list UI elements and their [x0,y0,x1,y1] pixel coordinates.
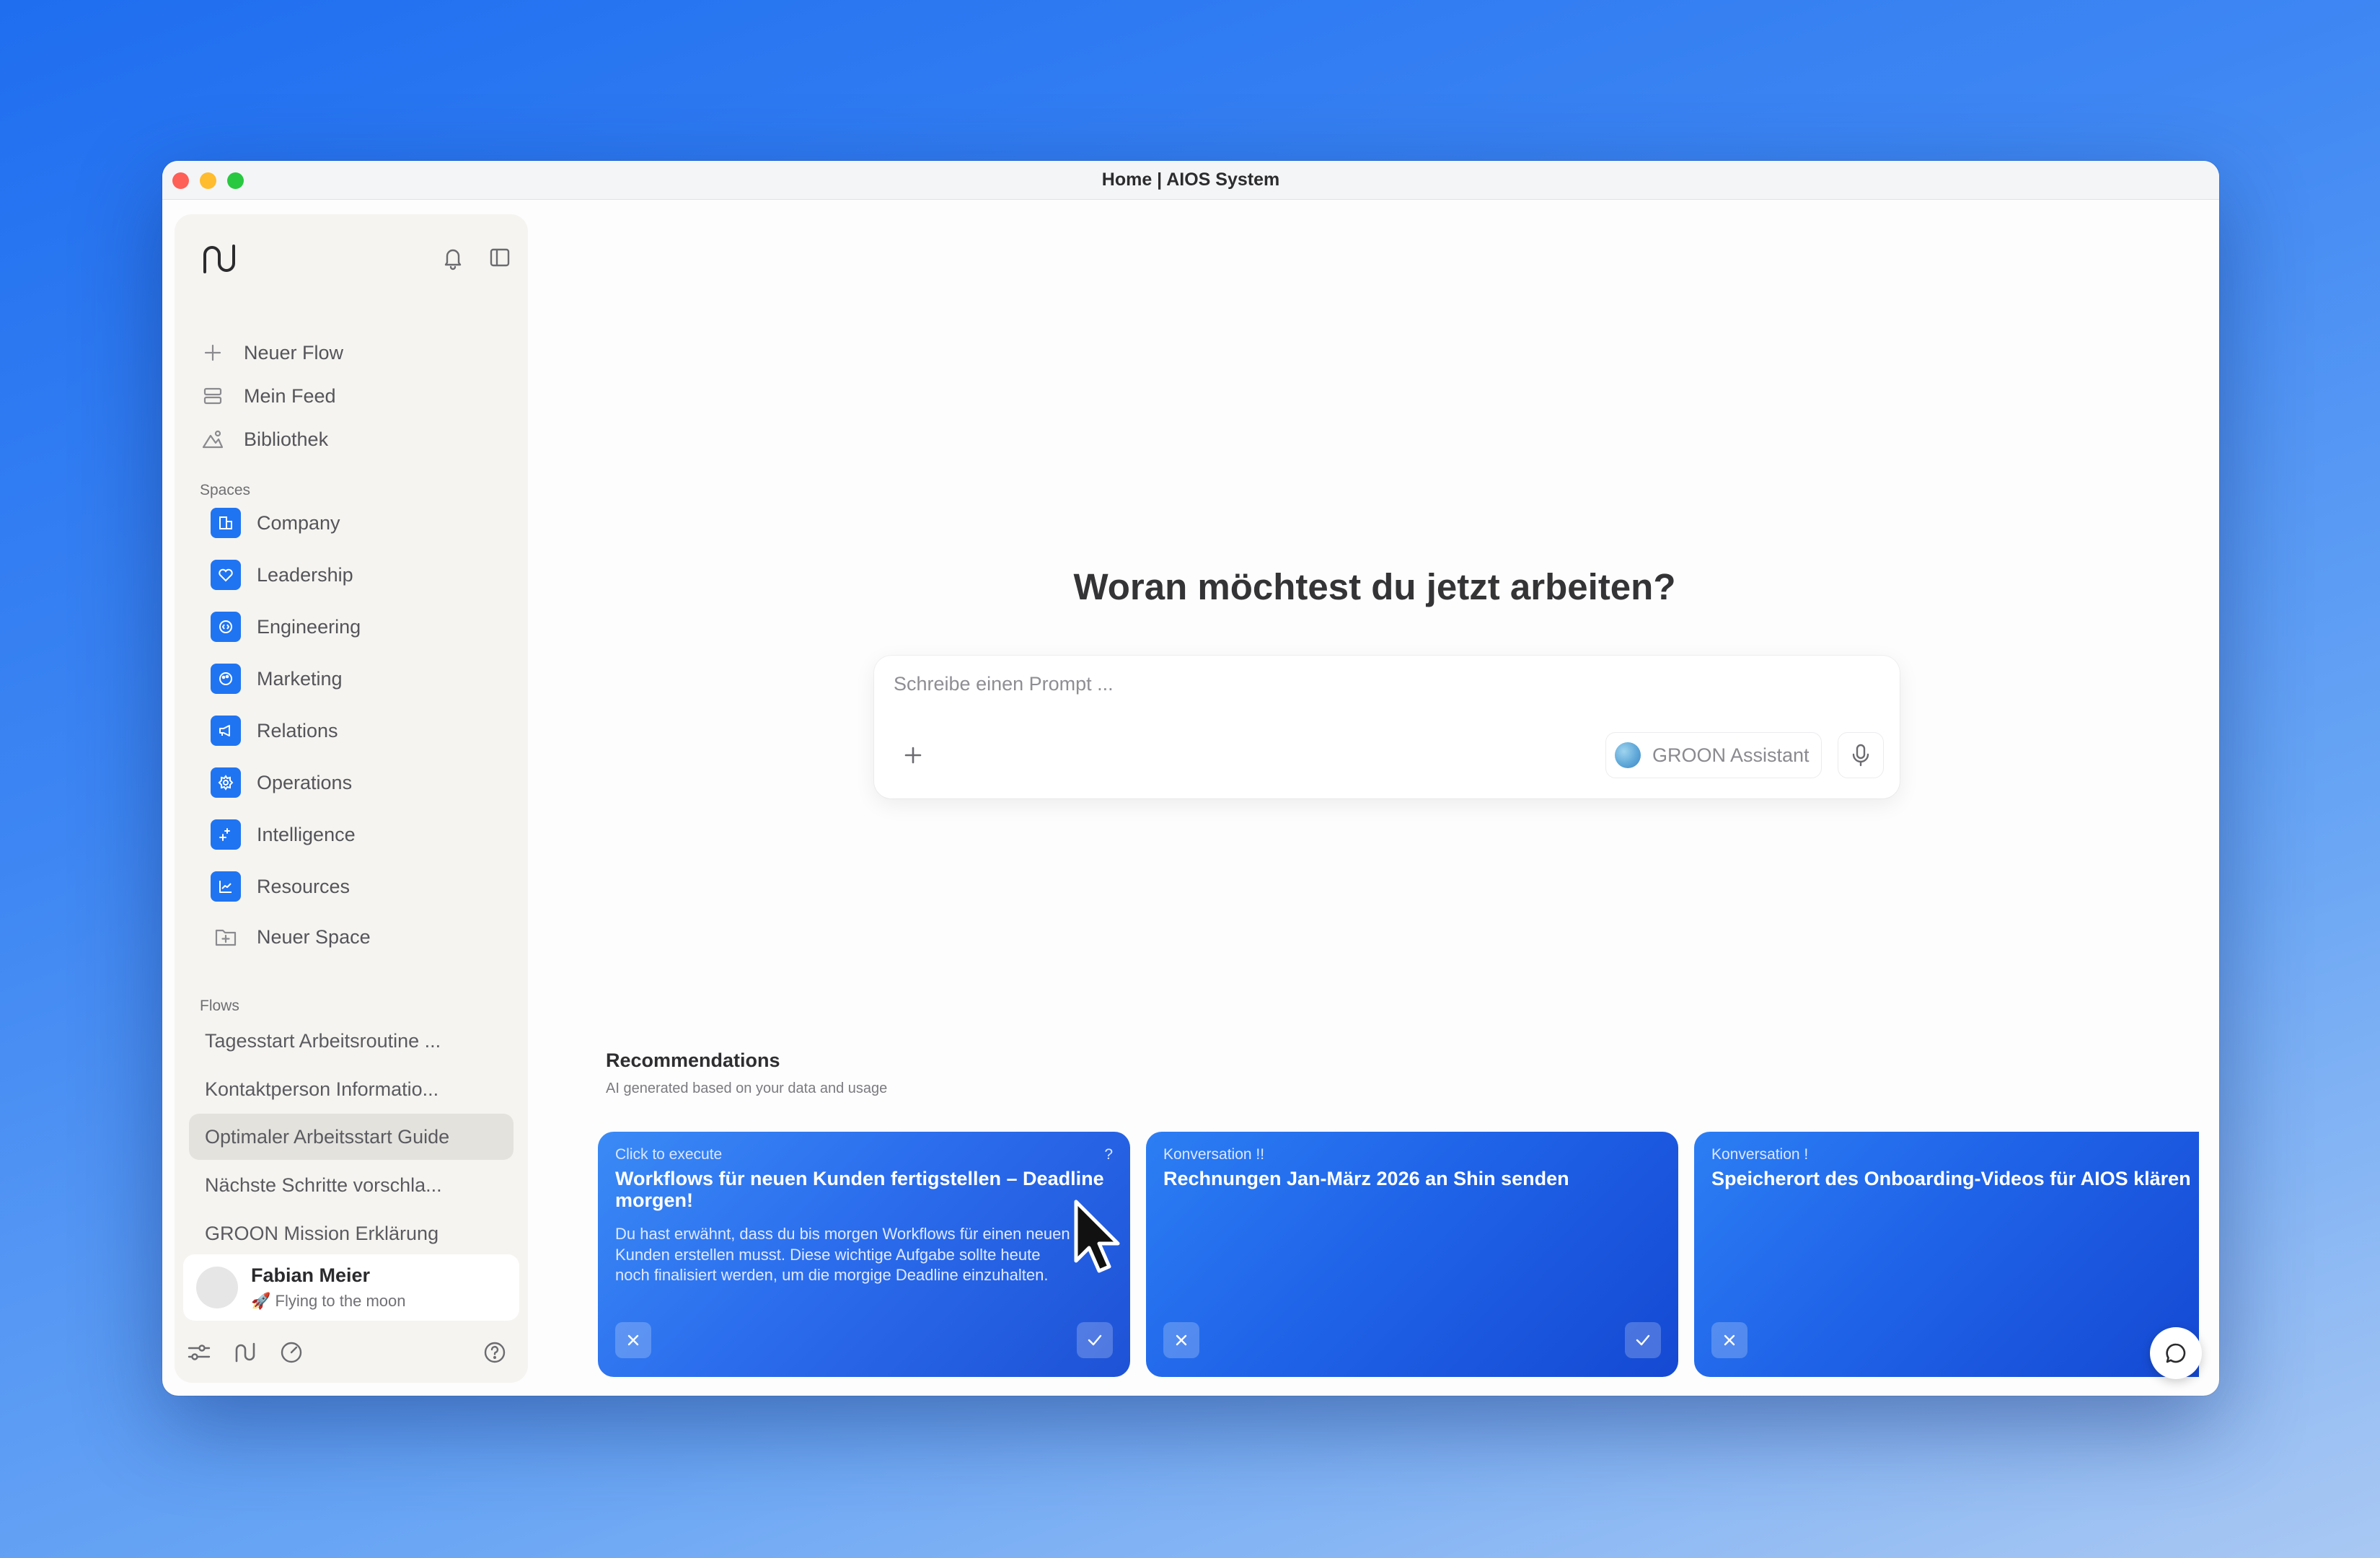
plus-icon [200,340,225,365]
check-icon [1636,1334,1650,1346]
sparkles-icon [211,819,241,850]
space-label: Neuer Space [257,925,371,948]
title-bar: Home | AIOS System [162,161,2219,200]
app-window: Home | AIOS System Neuer Flow Mein Feed [162,161,2219,1396]
card-type: Click to execute [615,1146,723,1163]
assistant-selector[interactable]: GROON Assistant [1605,732,1822,778]
flow-item[interactable]: GROON Mission Erklärung [189,1210,514,1256]
recommendation-card[interactable]: Click to execute ? Workflows für neuen K… [598,1132,1130,1377]
code-icon [211,612,241,642]
space-marketing[interactable]: Marketing [189,657,514,700]
groon-logo-icon[interactable] [199,239,239,279]
space-resources[interactable]: Resources [189,865,514,908]
sidebar: Neuer Flow Mein Feed Bibliothek Spaces C… [175,214,528,1383]
space-label: Marketing [257,667,343,690]
nav-label: Bibliothek [244,428,329,450]
sidebar-toggle-icon[interactable] [485,243,514,272]
nav-new-flow[interactable]: Neuer Flow [189,334,514,371]
prompt-input[interactable]: Schreibe einen Prompt ... [894,673,1114,695]
microphone-button[interactable] [1838,732,1884,778]
accept-button[interactable] [1625,1322,1661,1358]
card-marker: ? [1104,1146,1113,1163]
assistant-orb-icon [1615,742,1641,768]
card-title: Speicherort des Onboarding-Videos für AI… [1711,1168,2191,1189]
assistant-label: GROON Assistant [1652,744,1810,766]
flow-item[interactable]: Nächste Schritte vorschla... [189,1162,514,1208]
recommendation-card[interactable]: Konversation !! Rechnungen Jan-März 2026… [1146,1132,1678,1377]
chart-icon [211,871,241,902]
accept-button[interactable] [1077,1322,1113,1358]
card-title: Workflows für neuen Kunden fertigstellen… [615,1168,1104,1211]
help-icon[interactable] [482,1339,508,1365]
microphone-icon [1852,744,1869,767]
space-engineering[interactable]: Engineering [189,605,514,648]
space-relations[interactable]: Relations [189,709,514,752]
groon-small-logo-icon[interactable] [232,1339,258,1365]
card-type: Konversation ! [1711,1146,1809,1163]
megaphone-icon [211,716,241,746]
add-attachment-icon[interactable] [899,741,927,770]
nav-label: Mein Feed [244,384,336,407]
space-label: Resources [257,875,351,897]
flow-item[interactable]: Tagesstart Arbeitsroutine ... [189,1018,514,1064]
dismiss-button[interactable] [1711,1322,1747,1358]
close-icon [1724,1334,1735,1346]
space-label: Operations [257,771,353,793]
page-headline: Woran möchtest du jetzt arbeiten? [1073,566,1676,607]
gear-icon [211,767,241,798]
close-icon [1176,1334,1187,1346]
dismiss-button[interactable] [615,1322,651,1358]
space-label: Intelligence [257,823,356,845]
nav-my-feed[interactable]: Mein Feed [189,377,514,415]
space-label: Engineering [257,615,361,638]
bell-icon[interactable] [438,243,467,272]
building-icon [211,508,241,538]
space-company[interactable]: Company [189,501,514,545]
spaces-section-label: Spaces [200,482,251,498]
space-leadership[interactable]: Leadership [189,553,514,597]
dismiss-button[interactable] [1163,1322,1199,1358]
user-status: 🚀 Flying to the moon [251,1292,406,1310]
flows-section-label: Flows [200,998,239,1014]
chat-button[interactable] [2150,1327,2202,1379]
library-icon [200,427,225,452]
nav-library[interactable]: Bibliothek [189,421,514,458]
nav-label: Neuer Flow [244,341,344,364]
card-description: Du hast erwähnt, dass du bis morgen Work… [615,1225,1070,1284]
mouse-cursor-icon [1074,1200,1120,1273]
recommendation-card[interactable]: Konversation ! Speicherort des Onboardin… [1694,1132,2199,1377]
space-new-space[interactable]: Neuer Space [189,915,514,959]
card-type: Konversation !! [1163,1146,1265,1163]
flow-item[interactable]: Kontaktperson Informatio... [189,1066,514,1112]
window-title: Home | AIOS System [1101,170,1280,190]
recommendations-title: Recommendations [606,1049,780,1071]
dashboard-gauge-icon[interactable] [278,1339,304,1365]
space-operations[interactable]: Operations [189,761,514,804]
chat-bubble-icon [2166,1343,2186,1363]
space-intelligence[interactable]: Intelligence [189,813,514,856]
card-title: Rechnungen Jan-März 2026 an Shin senden [1163,1168,1569,1189]
check-icon [1088,1334,1102,1346]
flow-item-active[interactable]: Optimaler Arbeitsstart Guide [189,1114,514,1160]
recommendations-subtitle: AI generated based on your data and usag… [606,1081,888,1096]
user-name: Fabian Meier [251,1264,371,1286]
space-label: Leadership [257,563,353,586]
prompt-box: Schreibe einen Prompt ... GROON Assistan… [874,656,1900,798]
user-profile-card[interactable]: Fabian Meier 🚀 Flying to the moon [183,1254,519,1321]
feed-icon [200,384,225,408]
avatar [196,1267,238,1308]
settings-sliders-icon[interactable] [186,1339,212,1365]
close-icon [627,1334,639,1346]
space-label: Relations [257,719,338,741]
space-label: Company [257,511,340,534]
palette-icon [211,664,241,694]
heart-icon [211,560,241,590]
folder-plus-icon [211,922,241,952]
